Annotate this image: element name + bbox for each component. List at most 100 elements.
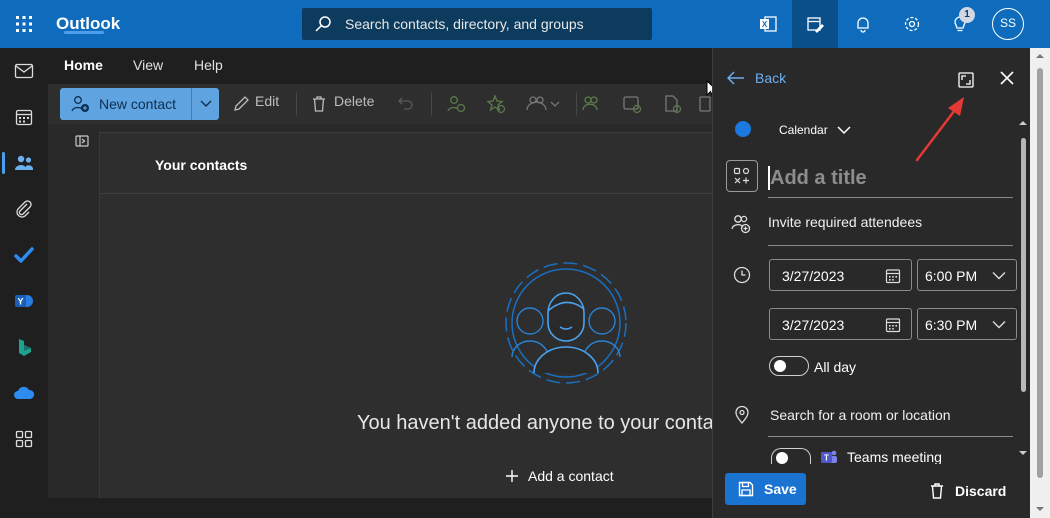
back-button[interactable]: Back [727, 70, 786, 86]
event-title-placeholder: Add a title [770, 167, 867, 189]
add-group-icon[interactable] [582, 94, 602, 114]
app-launcher-icon[interactable] [12, 12, 36, 36]
contacts-list-pane: Your contacts You haven't added anyone t… [99, 132, 714, 504]
avatar[interactable]: SS [992, 8, 1024, 40]
panel-scrollbar[interactable] [1019, 120, 1027, 460]
location-input[interactable]: Search for a room or location [770, 407, 951, 423]
start-date-value: 3/27/2023 [782, 268, 845, 284]
calendar-color-dot [735, 121, 751, 137]
contact-card-icon[interactable] [622, 94, 642, 114]
svg-text:X: X [762, 20, 768, 29]
start-time-field[interactable]: 6:00 PM [917, 259, 1017, 291]
discard-label: Discard [955, 483, 1007, 499]
more-apps-icon[interactable] [0, 416, 48, 462]
tab-home[interactable]: Home [64, 57, 103, 73]
scroll-down-icon[interactable] [1019, 450, 1027, 456]
all-day-label: All day [814, 359, 857, 375]
excel-icon[interactable]: X [745, 0, 791, 48]
window-scrollbar[interactable] [1030, 48, 1050, 518]
trash-icon [929, 482, 945, 500]
end-date-value: 3/27/2023 [782, 317, 845, 333]
ribbon-toolbar: New contact Edit Delete [48, 84, 712, 124]
active-tab-indicator [64, 31, 104, 34]
top-bar: Outlook Search contacts, directory, and … [0, 0, 1050, 48]
arrow-left-icon [727, 71, 745, 85]
group-icon[interactable] [526, 94, 560, 114]
tab-view[interactable]: View [133, 57, 163, 73]
annotation-arrow [912, 92, 972, 164]
end-time-value: 6:30 PM [925, 317, 978, 333]
gear-icon[interactable] [889, 0, 935, 48]
new-contact-dropdown[interactable] [191, 88, 219, 120]
expand-pane-icon[interactable] [75, 135, 89, 147]
save-label: Save [764, 481, 797, 497]
toggle-knob [776, 452, 788, 464]
location-pin-icon [734, 406, 750, 424]
start-date-field[interactable]: 3/27/2023 [769, 259, 912, 291]
scroll-down-icon[interactable] [1036, 506, 1044, 512]
scroll-up-icon[interactable] [1019, 120, 1027, 126]
add-to-list-icon[interactable] [446, 94, 466, 114]
search-icon [314, 15, 332, 33]
edit-icon [232, 95, 250, 113]
delete-button[interactable]: Delete [334, 93, 374, 109]
new-event-panel: Back Calendar Add a title Invite require… [712, 48, 1031, 518]
teams-meeting-label: Teams meeting [847, 449, 942, 465]
save-button[interactable]: Save [725, 473, 806, 505]
notification-badge: 1 [959, 7, 975, 23]
scroll-up-icon[interactable] [1036, 53, 1044, 59]
calendar-picker-icon[interactable] [885, 317, 901, 333]
paperclip-icon[interactable] [0, 186, 48, 232]
edit-calendar-icon[interactable] [792, 0, 838, 48]
scrollbar-thumb[interactable] [1021, 138, 1026, 392]
start-time-value: 6:00 PM [925, 268, 978, 284]
favorite-icon[interactable] [486, 94, 506, 114]
add-contact-label: Add a contact [528, 468, 614, 484]
all-day-toggle[interactable] [769, 356, 809, 376]
new-contact-label: New contact [99, 96, 177, 112]
document-icon[interactable] [662, 94, 682, 114]
open-full-view-icon[interactable] [957, 71, 975, 89]
calendar-selector[interactable]: Calendar [779, 123, 828, 137]
chevron-down-icon[interactable] [837, 125, 851, 135]
add-person-icon [71, 95, 91, 113]
people-icon[interactable] [0, 140, 48, 186]
attendees-underline [768, 245, 1013, 246]
calendar-icon[interactable] [0, 94, 48, 140]
contacts-title: Your contacts [155, 157, 248, 173]
discard-button[interactable]: Discard [929, 482, 1006, 500]
tab-help[interactable]: Help [194, 57, 223, 73]
undo-icon[interactable] [398, 96, 414, 112]
bell-icon[interactable] [840, 0, 886, 48]
teams-meeting-toggle[interactable] [771, 448, 811, 465]
chevron-down-icon [992, 320, 1006, 329]
todo-icon[interactable] [0, 232, 48, 278]
lightbulb-icon[interactable]: 1 [937, 0, 983, 48]
trash-icon [311, 95, 327, 113]
search-box[interactable]: Search contacts, directory, and groups [302, 8, 652, 40]
end-time-field[interactable]: 6:30 PM [917, 308, 1017, 340]
category-button[interactable] [726, 160, 758, 192]
event-title-input[interactable]: Add a title [768, 158, 1013, 198]
chevron-down-icon [992, 271, 1006, 280]
toolbar-divider [576, 92, 577, 116]
attendees-input[interactable]: Invite required attendees [768, 214, 922, 230]
scrollbar-thumb[interactable] [1037, 68, 1043, 478]
status-strip [0, 498, 712, 518]
add-contact-link[interactable]: Add a contact [506, 468, 614, 484]
back-label: Back [755, 70, 787, 86]
bookings-icon[interactable] [0, 324, 48, 370]
yammer-icon[interactable]: Y [0, 278, 48, 324]
contacts-header: Your contacts [100, 133, 713, 194]
calendar-picker-icon[interactable] [885, 268, 901, 284]
panel-footer: Save Discard [713, 464, 1031, 518]
close-icon[interactable] [999, 70, 1015, 86]
end-date-field[interactable]: 3/27/2023 [769, 308, 912, 340]
search-input[interactable]: Search contacts, directory, and groups [345, 16, 584, 32]
mail-icon[interactable] [0, 48, 48, 94]
edit-button[interactable]: Edit [255, 93, 279, 109]
onedrive-icon[interactable] [0, 370, 48, 416]
empty-contacts-illustration [504, 261, 628, 385]
toggle-knob [774, 360, 786, 372]
toolbar-divider [431, 92, 432, 116]
